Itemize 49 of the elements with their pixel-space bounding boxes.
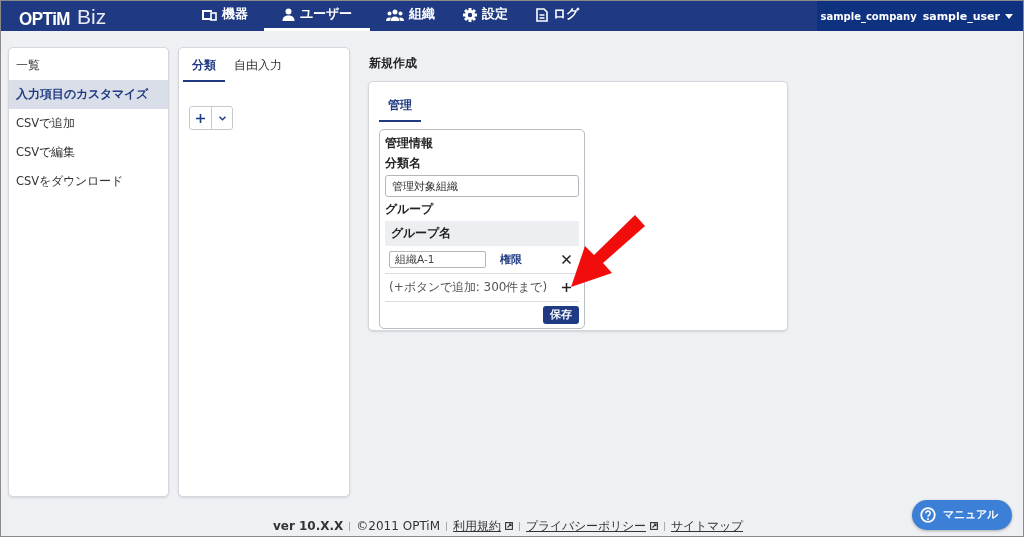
manual-button[interactable]: マニュアル [912, 500, 1012, 530]
caret-icon [1005, 13, 1013, 19]
external-link-icon [505, 522, 514, 530]
sidebar-item[interactable]: CSVをダウンロード [9, 167, 168, 196]
add-button[interactable] [562, 283, 571, 292]
nav-tab[interactable]: 機器 [189, 1, 260, 31]
document-icon [536, 7, 548, 22]
logo-product: Biz [77, 5, 107, 29]
close-button[interactable] [562, 255, 571, 264]
page-heading: 新規作成 [369, 56, 418, 71]
permission-link[interactable]: 権限 [500, 252, 522, 267]
nav-tab[interactable]: ユーザー [264, 1, 370, 31]
footer-link[interactable]: サイトマップ [671, 517, 744, 535]
company-name: sample_company [820, 10, 917, 22]
user-menu[interactable]: sample_user [922, 9, 1013, 23]
sidebar-item[interactable]: 一覧 [9, 51, 168, 80]
version-text: ver 10.X.X [272, 519, 344, 533]
save-button[interactable]: 保存 [543, 306, 579, 324]
nav-tab[interactable]: 組織 [374, 1, 447, 31]
footer-link[interactable]: プライバシーポリシー [526, 517, 647, 535]
copyright-text: ©2011 OPTiM [356, 519, 441, 533]
field-label: 分類名 [385, 155, 422, 172]
group-icon [386, 8, 404, 21]
input-field[interactable]: 管理対象組織 [385, 175, 579, 197]
hint-text: (+ボタンで追加: 300件まで) [389, 279, 548, 296]
field-label: グループ [385, 201, 435, 218]
gear-icon [463, 7, 477, 22]
tab[interactable]: 分類 [183, 54, 225, 82]
external-link-icon [650, 522, 659, 530]
sidebar-item[interactable]: 入力項目のカスタマイズ [9, 80, 168, 109]
help-icon [920, 507, 936, 523]
logo-brand: OPTiM [19, 8, 71, 30]
device-icon [201, 8, 217, 21]
sidebar-item[interactable]: CSVで編集 [9, 138, 168, 167]
user-icon [282, 8, 295, 21]
sidebar-item[interactable]: CSVで追加 [9, 109, 168, 138]
input-field[interactable]: 組織A-1 [389, 251, 486, 268]
column-header: グループ名 [385, 221, 579, 246]
plus-icon [562, 283, 571, 292]
plus-icon [196, 113, 205, 123]
footer-link[interactable]: 利用規約 [453, 517, 502, 535]
tab[interactable]: 自由入力 [225, 54, 291, 82]
chevron-icon [218, 115, 226, 121]
nav-tab[interactable]: 設定 [451, 1, 520, 31]
nav-tab[interactable]: ログ [524, 1, 591, 31]
close-icon [562, 255, 571, 264]
tab[interactable]: 管理 [379, 94, 421, 122]
section-title: 管理情報 [385, 136, 434, 151]
dropdown-button[interactable] [211, 107, 232, 129]
